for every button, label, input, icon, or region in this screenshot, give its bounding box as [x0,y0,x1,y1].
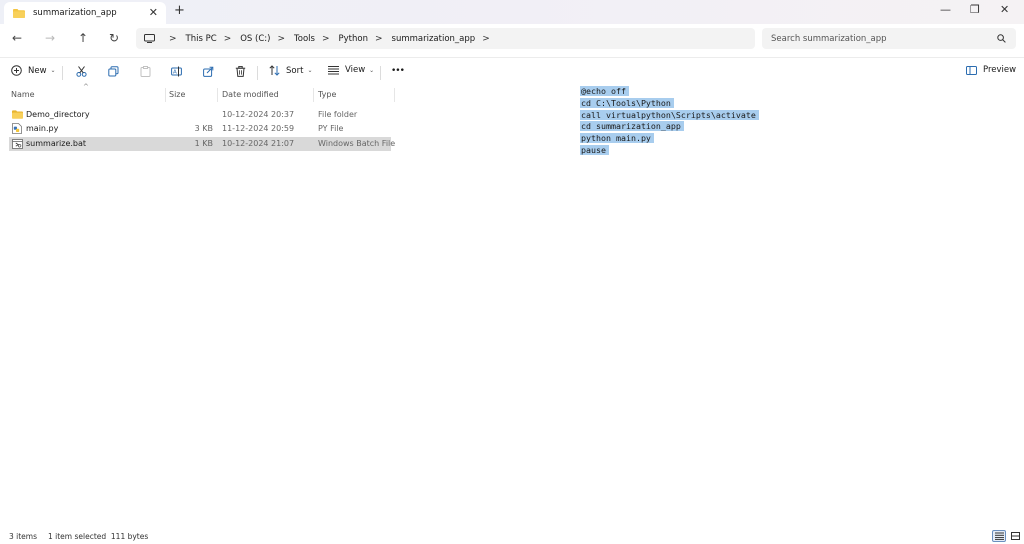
tiles-view-icon [1010,532,1020,540]
sort-icon [269,65,280,76]
batch-file-icon [12,139,23,149]
breadcrumb-separator[interactable]: > [277,34,285,44]
search-icon[interactable] [997,34,1006,43]
column-divider[interactable] [313,88,314,102]
file-row-summarize-bat[interactable]: summarize.bat 1 KB 10-12-2024 21:07 Wind… [9,137,395,151]
code-line: pause [580,144,759,157]
view-list-icon [328,66,339,75]
command-bar: New ⌄ A Sort ⌄ View ⌄ ••• Preview [0,57,1024,85]
breadcrumb-this-pc[interactable]: This PC [186,34,217,44]
preview-pane-icon [966,65,977,75]
column-header-type[interactable]: Type [318,90,336,99]
search-box[interactable] [762,28,1016,49]
details-view-toggle[interactable] [992,530,1006,542]
code-line: python main.py [580,133,759,145]
close-window-button[interactable]: ✕ [1000,3,1009,16]
breadcrumb-os-c[interactable]: OS (C:) [240,34,270,44]
rename-icon[interactable]: A [171,66,182,77]
breadcrumb-tools[interactable]: Tools [294,34,315,44]
back-button[interactable]: ← [12,31,22,45]
view-button[interactable]: View ⌄ [328,65,374,75]
maximize-button[interactable]: ❐ [970,3,980,16]
address-bar[interactable]: > This PC > OS (C:) > Tools > Python > s… [136,28,755,49]
navigation-bar: ← → ↑ ↻ > This PC > OS (C:) > Tools > Py… [0,24,1024,54]
file-row-main-py[interactable]: main.py 3 KB 11-12-2024 20:59 PY File [9,122,391,136]
file-name: main.py [26,124,59,133]
preview-button-label: Preview [983,65,1017,75]
toolbar-divider [62,66,63,80]
folder-icon [12,110,23,119]
file-name: Demo_directory [26,110,90,119]
details-view-icon [994,532,1004,540]
chevron-down-icon: ⌄ [369,66,375,74]
preview-pane-content[interactable]: @echo off cd C:\Tools\Python call virtua… [580,86,759,157]
column-header-size[interactable]: Size [169,90,185,99]
view-button-label: View [345,65,366,75]
breadcrumb-separator[interactable]: > [224,34,232,44]
code-line: cd C:\Tools\Python [580,97,759,110]
folder-icon [13,8,25,18]
tiles-view-toggle[interactable] [1008,530,1022,542]
breadcrumb-python[interactable]: Python [339,34,368,44]
preview-pane-button[interactable]: Preview [966,65,1016,75]
column-header-date-modified[interactable]: Date modified [222,90,279,99]
file-size: 1 KB [194,139,213,148]
sort-ascending-icon: ^ [83,83,89,91]
toolbar-divider [257,66,258,80]
minimize-button[interactable]: — [940,3,951,16]
file-type: Windows Batch File [318,139,396,148]
search-input[interactable] [771,33,991,44]
code-line: cd summarization_app [580,121,759,133]
column-divider[interactable] [394,88,395,102]
copy-icon[interactable] [108,66,119,77]
column-header-name[interactable]: Name [11,90,35,99]
file-size: 3 KB [194,124,213,133]
breadcrumb-separator[interactable]: > [322,34,330,44]
breadcrumb-separator[interactable]: > [375,34,383,44]
more-options-button[interactable]: ••• [391,66,405,76]
computer-icon [144,34,155,43]
refresh-button[interactable]: ↻ [109,31,119,45]
new-button[interactable]: New ⌄ [11,65,56,76]
file-type: PY File [318,124,344,133]
tab-summarization-app[interactable]: summarization_app ✕ [4,2,166,24]
file-name: summarize.bat [26,139,87,148]
status-selection-info: 1 item selected 111 bytes [48,532,149,541]
close-tab-icon[interactable]: ✕ [149,6,158,19]
sort-button[interactable]: Sort ⌄ [269,65,312,76]
breadcrumb-summarization-app[interactable]: summarization_app [392,34,476,44]
python-file-icon [12,123,22,134]
tab-label: summarization_app [33,8,117,18]
file-date: 10-12-2024 21:07 [222,139,295,148]
delete-icon[interactable] [235,66,246,77]
share-icon[interactable] [203,66,214,77]
file-type: File folder [318,110,358,119]
column-divider[interactable] [217,88,218,102]
breadcrumb-separator[interactable]: > [482,34,490,44]
file-row-demo-directory[interactable]: Demo_directory 10-12-2024 20:37 File fol… [9,108,391,122]
chevron-down-icon: ⌄ [307,67,313,74]
paste-icon[interactable] [140,66,151,77]
new-tab-button[interactable]: + [174,3,185,18]
status-item-count: 3 items [9,532,38,541]
breadcrumb-separator: > [169,33,177,44]
file-date: 10-12-2024 20:37 [222,110,295,119]
sort-button-label: Sort [286,65,304,76]
add-icon [11,65,22,76]
svg-text:A: A [173,70,177,76]
forward-button[interactable]: → [45,31,55,45]
toolbar-divider [380,66,381,80]
code-line: call virtualpython\Scripts\activate [580,109,759,122]
title-bar: summarization_app ✕ + — ❐ ✕ [0,0,1024,24]
column-divider[interactable] [165,88,166,102]
chevron-down-icon: ⌄ [50,67,56,74]
cut-icon[interactable] [76,66,87,77]
new-button-label: New [28,65,47,76]
code-line: @echo off [580,86,759,98]
up-button[interactable]: ↑ [78,31,88,45]
file-date: 11-12-2024 20:59 [222,124,295,133]
